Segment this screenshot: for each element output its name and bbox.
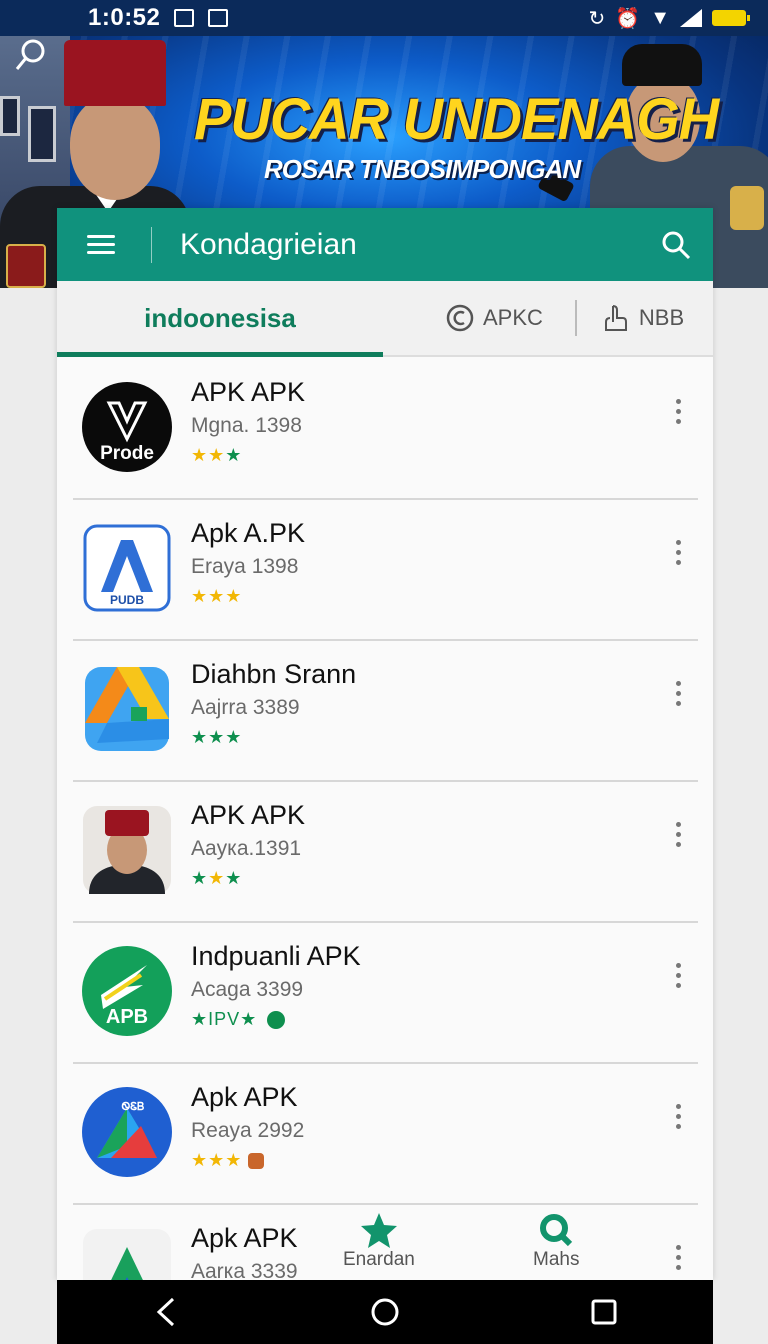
app-name: Indpuanli APK: [191, 941, 361, 971]
search-icon[interactable]: [661, 230, 691, 260]
search-icon: [540, 1214, 573, 1247]
app-name: Apk A.PK: [191, 518, 306, 548]
back-button[interactable]: [146, 1292, 186, 1332]
list-item[interactable]: ᏫᏋᏴ Apk APK Reaya 2992 ★★★: [73, 1064, 698, 1205]
rating-stars: ★★★: [191, 1150, 265, 1171]
more-icon[interactable]: [672, 681, 684, 711]
status-bar: 1:0:52 ↻ ⏰ ▼: [0, 0, 768, 36]
tab-nbb[interactable]: NBB: [601, 303, 684, 333]
recents-icon: [591, 1299, 617, 1325]
app-meta: Aajrra 3389: [191, 696, 300, 719]
recents-button[interactable]: [584, 1292, 624, 1332]
app-name: Diahbn Srann: [191, 659, 357, 689]
nav-mahs[interactable]: Mahs: [533, 1211, 579, 1271]
tab-separator: [574, 300, 577, 336]
bottom-nav: Enardan Mahs: [57, 1203, 713, 1280]
home-icon: [371, 1298, 399, 1326]
icon-label: Prode: [100, 443, 154, 464]
blue-play-app-icon: ᏫᏋᏴ: [81, 1086, 173, 1178]
screen: 1:0:52 ↻ ⏰ ▼ PUCAR UNDENAGH ROSAR TNBOSI…: [0, 0, 768, 1344]
tab-label: NBB: [638, 305, 685, 330]
portrait-app-icon: [81, 804, 173, 896]
alarm-icon: ⏰: [615, 7, 641, 30]
list-item[interactable]: APK APK Aayка.1391 ★★★: [73, 782, 698, 923]
more-icon[interactable]: [672, 822, 684, 852]
rating-stars: ★★★: [191, 445, 243, 465]
tab-apkc[interactable]: APKC: [445, 303, 543, 333]
tab-label: indoonesisa: [144, 302, 296, 333]
rating-stars: ★★★: [191, 586, 243, 606]
icon-label: PUDB: [110, 593, 144, 607]
tab-indoonesisa[interactable]: indoonesisa: [57, 303, 383, 334]
list-item[interactable]: Prode APK APK Mgna. 1398 ★★★: [73, 359, 698, 500]
icon-label: APB: [106, 1006, 148, 1028]
app-window: Kondagrieian indoonesisa APKC NBB Prode …: [57, 208, 713, 1280]
status-time: 1:0:52: [88, 4, 161, 31]
notification-icon: [174, 9, 195, 27]
app-toolbar: Kondagrieian: [57, 208, 713, 281]
app-name: Apk APK: [191, 1082, 298, 1112]
more-icon[interactable]: [672, 540, 684, 570]
star-icon: [360, 1213, 397, 1248]
list-item[interactable]: PUDB Apk A.PK Eraya 1398 ★★★: [73, 500, 698, 641]
system-nav-bar: [57, 1280, 713, 1344]
prode-app-icon: Prode: [81, 381, 173, 473]
wifi-icon: ▼: [650, 6, 670, 29]
nav-label: Enardan: [343, 1249, 415, 1270]
rating-stars: ★★★: [191, 868, 243, 888]
more-icon[interactable]: [672, 399, 684, 429]
notification-icon-2: [208, 9, 229, 27]
list-item[interactable]: APB Indpuanli APK Acaga 3399 ★IPV★: [73, 923, 698, 1064]
app-meta: Aayка.1391: [191, 837, 302, 860]
app-meta: Mgna. 1398: [191, 414, 302, 437]
app-name: APK APK: [191, 377, 306, 407]
hand-icon: [604, 305, 627, 331]
menu-icon[interactable]: [87, 234, 115, 255]
status-icons: ↻ ⏰ ▼: [588, 6, 750, 31]
app-meta: Acaga 3399: [191, 978, 304, 1001]
sync-icon: ↻: [588, 7, 606, 30]
rating-stars: ★IPV★: [191, 1009, 286, 1030]
app-icon: [446, 304, 474, 332]
signal-icon: [680, 9, 702, 27]
drive-app-icon: [81, 663, 173, 755]
nav-enardan[interactable]: Enardan: [343, 1211, 415, 1271]
tab-bar: indoonesisa APKC NBB: [57, 281, 713, 357]
banner-title: PUCAR UNDENAGH: [194, 85, 719, 152]
app-meta: Reaya 2992: [191, 1119, 305, 1142]
battery-icon: [712, 10, 750, 26]
back-icon: [157, 1297, 175, 1327]
blue-a-app-icon: PUDB: [81, 522, 173, 614]
apb-app-icon: APB: [81, 945, 173, 1037]
app-meta: Eraya 1398: [191, 555, 299, 578]
toolbar-title: Kondagrieian: [180, 227, 357, 261]
app-list: Prode APK APK Mgna. 1398 ★★★ PUDB Apk A.…: [57, 359, 713, 1280]
tab-label: APKC: [483, 305, 543, 330]
rating-stars: ★★★: [191, 727, 243, 747]
tab-indicator: [57, 352, 383, 357]
banner-subtitle: ROSAR TNBOSIMPONGAN: [264, 154, 581, 184]
more-icon[interactable]: [672, 963, 684, 993]
app-name: APK APK: [191, 800, 306, 830]
list-item[interactable]: Diahbn Srann Aajrra 3389 ★★★: [73, 641, 698, 782]
home-button[interactable]: [365, 1292, 405, 1332]
more-icon[interactable]: [672, 1104, 684, 1134]
toolbar-divider: [151, 226, 152, 263]
icon-label: ᏫᏋᏴ: [122, 1101, 145, 1113]
nav-label: Mahs: [533, 1249, 580, 1270]
